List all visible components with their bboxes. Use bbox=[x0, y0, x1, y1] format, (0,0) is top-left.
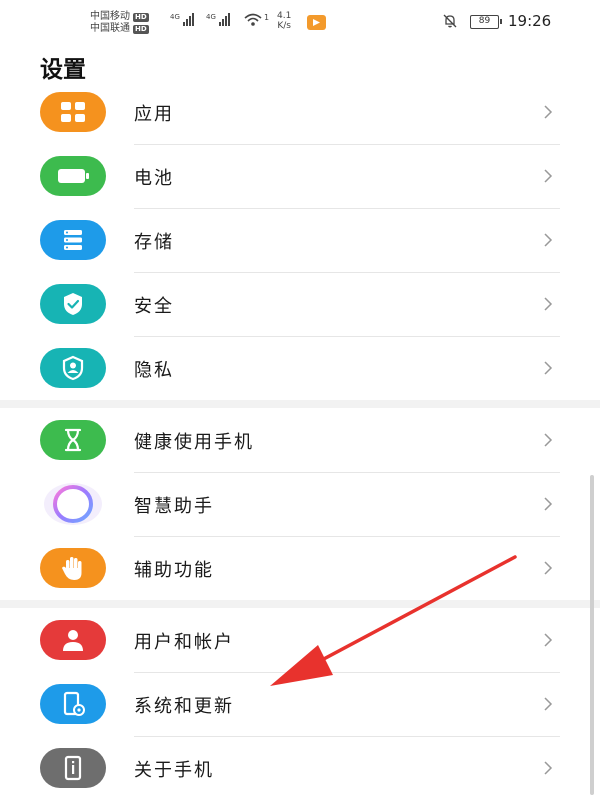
shield-check-icon bbox=[40, 284, 106, 324]
mute-bell-icon bbox=[442, 13, 458, 29]
section-separator bbox=[0, 400, 600, 408]
chevron-right-icon bbox=[544, 433, 553, 447]
settings-item-storage[interactable]: 存储 bbox=[0, 208, 600, 272]
battery-indicator: 89 bbox=[470, 15, 502, 29]
section-separator bbox=[0, 600, 600, 608]
wifi-icon bbox=[243, 12, 263, 28]
net-speed-unit: K/s bbox=[277, 21, 291, 31]
settings-item-label: 安全 bbox=[134, 296, 174, 317]
settings-item-smart-assistant[interactable]: 智慧助手 bbox=[0, 472, 600, 536]
chevron-right-icon bbox=[544, 697, 553, 711]
settings-item-accessibility[interactable]: 辅助功能 bbox=[0, 536, 600, 600]
settings-item-label: 电池 bbox=[134, 168, 174, 189]
chevron-right-icon bbox=[544, 361, 553, 375]
scrollbar[interactable] bbox=[590, 475, 594, 795]
settings-item-users-accounts[interactable]: 用户和帐户 bbox=[0, 608, 600, 672]
settings-item-battery[interactable]: 电池 bbox=[0, 144, 600, 208]
settings-item-system-update[interactable]: 系统和更新 bbox=[0, 672, 600, 736]
settings-item-digital-balance[interactable]: 健康使用手机 bbox=[0, 408, 600, 472]
carrier-info: 中国移动 HD 中国联通 HD bbox=[90, 11, 149, 35]
net-speed-value: 4.1 bbox=[277, 11, 292, 21]
wifi-count: 1 bbox=[264, 13, 270, 22]
hand-icon bbox=[40, 548, 106, 588]
signal-1-icon: 4G bbox=[170, 13, 194, 26]
settings-item-label: 应用 bbox=[134, 104, 174, 125]
net-speed: 4.1 K/s bbox=[277, 11, 291, 31]
status-bar: 中国移动 HD 中国联通 HD 4G 4G 1 4.1 K/s 89 19:26 bbox=[0, 0, 600, 42]
chevron-right-icon bbox=[544, 497, 553, 511]
hourglass-icon bbox=[40, 420, 106, 460]
privacy-shield-icon bbox=[40, 348, 106, 388]
settings-item-security[interactable]: 安全 bbox=[0, 272, 600, 336]
battery-icon bbox=[40, 156, 106, 196]
settings-item-label: 存储 bbox=[134, 232, 174, 253]
settings-item-label: 用户和帐户 bbox=[134, 632, 234, 653]
user-icon bbox=[40, 620, 106, 660]
clock: 19:26 bbox=[508, 12, 552, 30]
settings-item-label: 智慧助手 bbox=[134, 496, 214, 517]
hd-badge: HD bbox=[133, 24, 149, 34]
settings-item-label: 系统和更新 bbox=[134, 696, 234, 717]
chevron-right-icon bbox=[544, 297, 553, 311]
info-icon bbox=[40, 748, 106, 788]
settings-item-label: 健康使用手机 bbox=[134, 432, 254, 453]
storage-icon bbox=[40, 220, 106, 260]
network-type-1: 4G bbox=[170, 13, 180, 21]
chevron-right-icon bbox=[544, 561, 553, 575]
carrier-1-name: 中国移动 bbox=[90, 11, 130, 22]
apps-grid-icon bbox=[40, 92, 106, 132]
app-notification-icon bbox=[307, 15, 326, 30]
signal-2-icon: 4G bbox=[206, 13, 230, 26]
chevron-right-icon bbox=[544, 233, 553, 247]
chevron-right-icon bbox=[544, 633, 553, 647]
chevron-right-icon bbox=[544, 761, 553, 775]
settings-item-privacy[interactable]: 隐私 bbox=[0, 336, 600, 400]
settings-item-label: 辅助功能 bbox=[134, 560, 214, 581]
chevron-right-icon bbox=[544, 105, 553, 119]
smart-assistant-icon bbox=[40, 480, 106, 528]
settings-item-label: 关于手机 bbox=[134, 760, 214, 781]
carrier-2-name: 中国联通 bbox=[90, 23, 130, 34]
settings-item-apps[interactable]: 应用 bbox=[0, 80, 600, 144]
system-update-icon bbox=[40, 684, 106, 724]
settings-item-about-phone[interactable]: 关于手机 bbox=[0, 736, 600, 800]
settings-item-label: 隐私 bbox=[134, 360, 174, 381]
page-title: 设置 bbox=[40, 57, 86, 83]
hd-badge: HD bbox=[133, 12, 149, 22]
network-type-2: 4G bbox=[206, 13, 216, 21]
chevron-right-icon bbox=[544, 169, 553, 183]
